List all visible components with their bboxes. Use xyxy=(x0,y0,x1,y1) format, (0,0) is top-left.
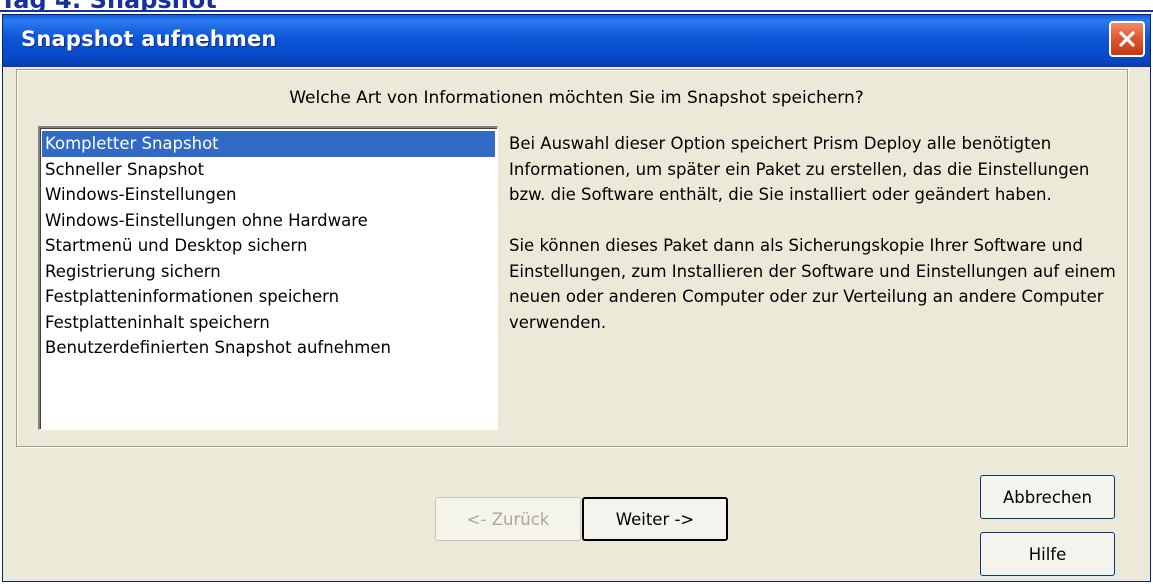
list-item[interactable]: Benutzerdefinierten Snapshot aufnehmen xyxy=(42,335,495,361)
close-icon xyxy=(1119,31,1135,47)
close-button[interactable] xyxy=(1109,21,1145,57)
question-label: Welche Art von Informationen möchten Sie… xyxy=(289,88,864,108)
help-button[interactable]: Hilfe xyxy=(980,532,1115,576)
list-item[interactable]: Festplatteninhalt speichern xyxy=(42,310,495,336)
list-item[interactable]: Kompletter Snapshot xyxy=(42,131,495,157)
help-button-label: Hilfe xyxy=(1028,544,1067,564)
option-description: Bei Auswahl dieser Option speichert Pris… xyxy=(509,131,1119,361)
description-paragraph-2: Sie können dieses Paket dann als Sicheru… xyxy=(509,236,1116,332)
snapshot-type-list[interactable]: Kompletter Snapshot Schneller Snapshot Win… xyxy=(38,126,498,430)
next-button[interactable]: Weiter -> xyxy=(582,497,728,541)
back-button-label: <- Zurück xyxy=(466,509,550,529)
next-button-label: Weiter -> xyxy=(615,509,695,529)
list-item[interactable]: Startmenü und Desktop sichern xyxy=(42,233,495,259)
list-item[interactable]: Schneller Snapshot xyxy=(42,157,495,183)
list-item[interactable]: Festplatteninformationen speichern xyxy=(42,284,495,310)
window-title: Snapshot aufnehmen xyxy=(21,27,277,51)
title-bar[interactable]: Snapshot aufnehmen xyxy=(3,15,1150,67)
list-item[interactable]: Registrierung sichern xyxy=(42,259,495,285)
background-page-strip: Tag 4: Snapshot xyxy=(0,0,1153,12)
list-item[interactable]: Windows-Einstellungen ohne Hardware xyxy=(42,208,495,234)
list-item[interactable]: Windows-Einstellungen xyxy=(42,182,495,208)
back-button[interactable]: <- Zurück xyxy=(435,497,581,541)
cancel-button[interactable]: Abbrechen xyxy=(980,475,1115,519)
description-paragraph-1: Bei Auswahl dieser Option speichert Pris… xyxy=(509,134,1090,204)
cancel-button-label: Abbrechen xyxy=(1003,487,1092,507)
background-rule xyxy=(0,10,1153,12)
